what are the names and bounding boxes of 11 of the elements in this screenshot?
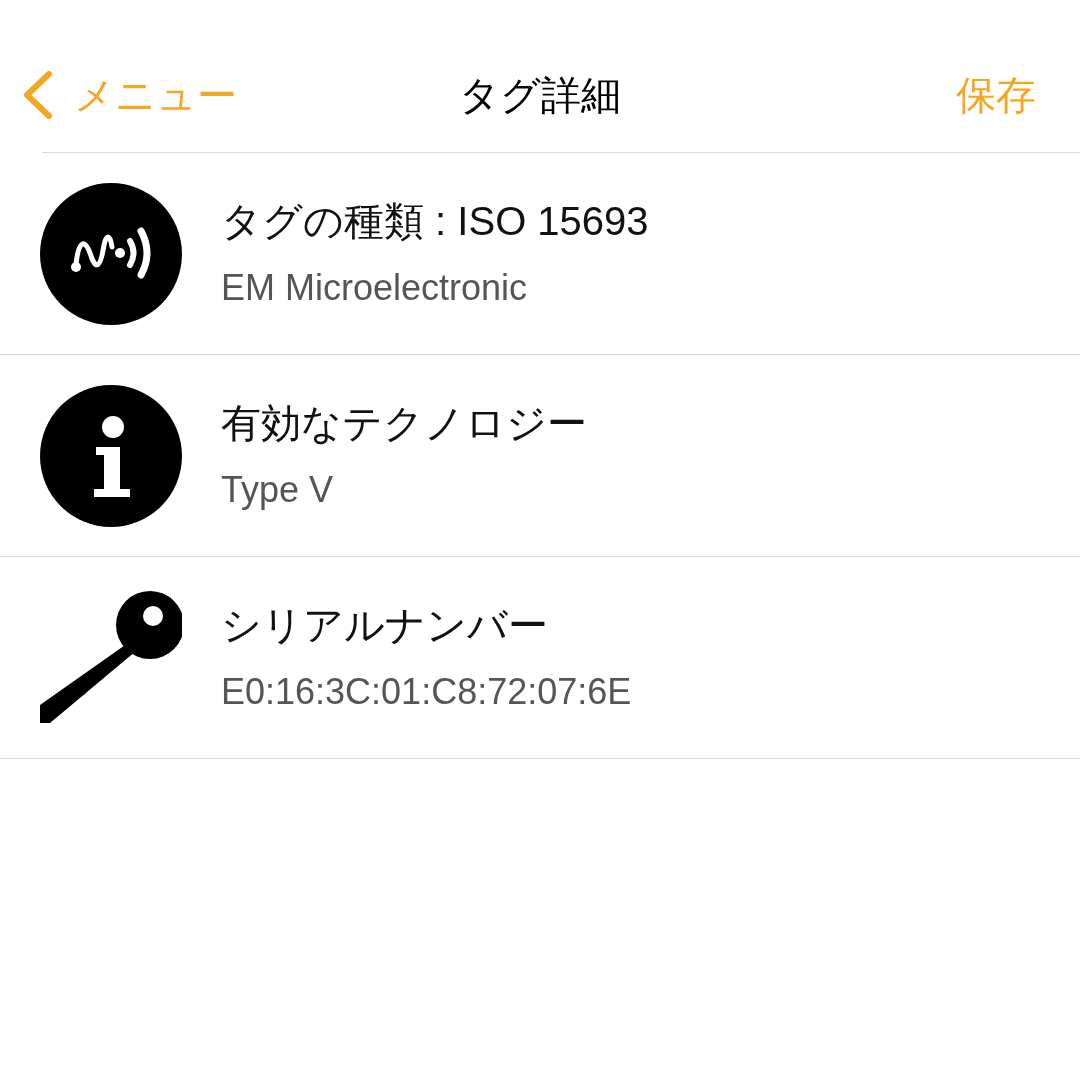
screen-title: タグ詳細	[458, 71, 622, 119]
row-title: タグの種類 : ISO 15693	[221, 197, 649, 244]
row-title: 有効なテクノロジー	[221, 399, 587, 446]
nfc-signal-icon	[40, 182, 182, 325]
row-detail: EM Microelectronic	[221, 265, 529, 310]
back-button[interactable]: メニュー	[0, 67, 237, 123]
info-icon	[40, 384, 182, 527]
row-title: シリアルナンバー	[221, 601, 549, 648]
row-detail: E0:16:3C:01:C8:72:07:6E	[221, 669, 632, 714]
row-detail: Type V	[221, 467, 335, 512]
save-button[interactable]: 保存	[956, 67, 1080, 123]
